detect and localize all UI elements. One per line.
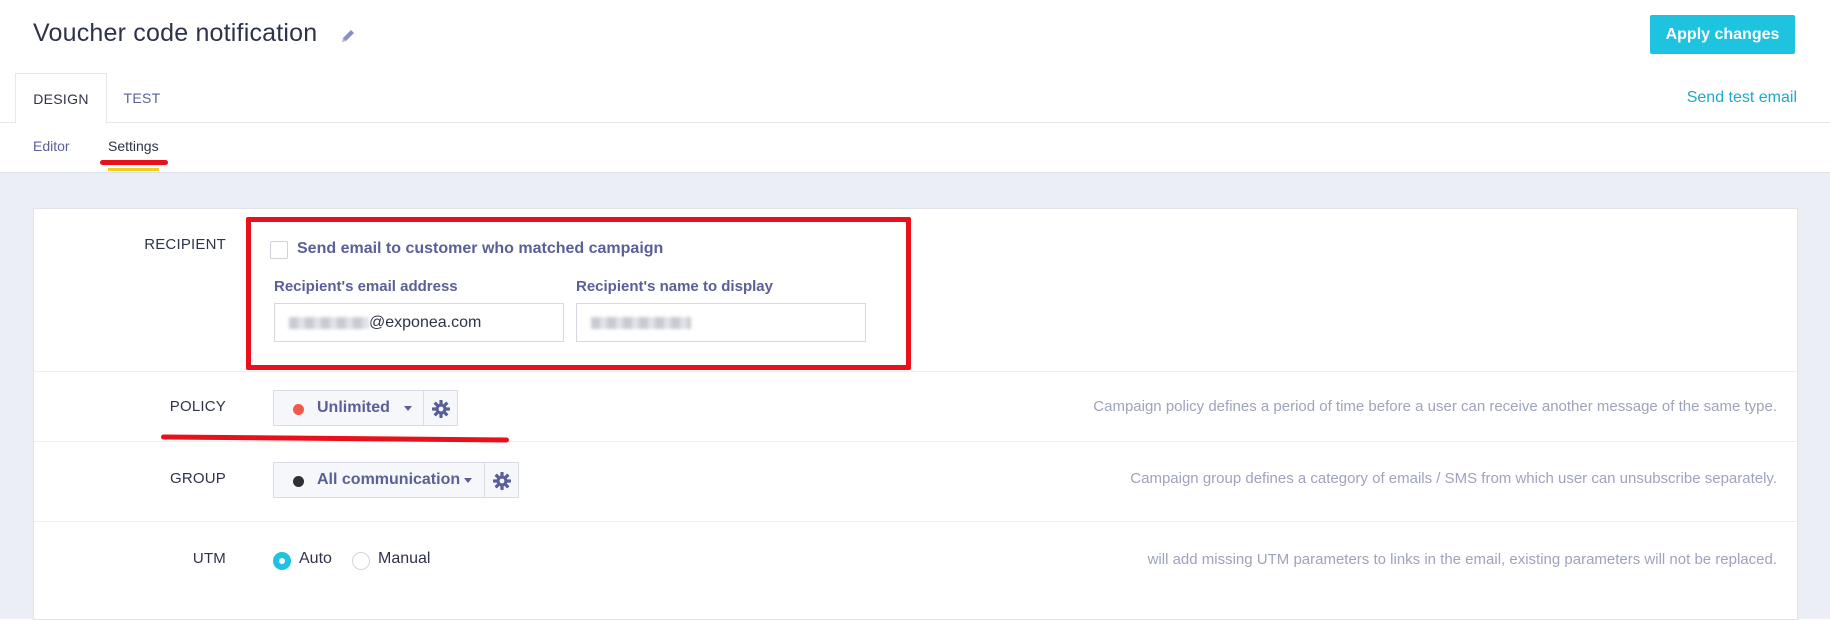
policy-status-dot xyxy=(293,404,304,415)
annotation-underline-settings xyxy=(100,160,168,165)
settings-content: RECIPIENT Send email to customer who mat… xyxy=(0,172,1830,620)
utm-manual-radio[interactable] xyxy=(352,552,370,570)
subtab-settings[interactable]: Settings xyxy=(108,138,159,154)
group-dropdown[interactable]: All communication xyxy=(273,462,485,498)
policy-dropdown[interactable]: Unlimited xyxy=(273,390,424,426)
recipient-name-label: Recipient's name to display xyxy=(576,278,773,295)
tab-design[interactable]: DESIGN xyxy=(15,73,107,124)
group-dropdown-label: All communication xyxy=(317,471,461,488)
settings-card: RECIPIENT Send email to customer who mat… xyxy=(33,208,1798,620)
active-subtab-indicator xyxy=(108,168,159,171)
tab-bar: DESIGN TEST xyxy=(0,73,1830,124)
utm-manual-label[interactable]: Manual xyxy=(378,550,430,568)
group-label: GROUP xyxy=(169,470,226,487)
policy-row: POLICY Unlimited Campaign policy defines… xyxy=(34,372,1797,442)
send-to-customer-label[interactable]: Send email to customer who matched campa… xyxy=(297,240,663,258)
policy-label: POLICY xyxy=(169,398,226,415)
pencil-icon[interactable] xyxy=(340,28,356,44)
gear-icon xyxy=(432,400,450,418)
chevron-down-icon xyxy=(404,406,412,411)
top-bar: Voucher code notification Apply changes … xyxy=(0,0,1830,172)
utm-label: UTM xyxy=(192,550,226,567)
group-status-dot xyxy=(293,476,304,487)
utm-auto-label[interactable]: Auto xyxy=(299,550,332,568)
apply-changes-button[interactable]: Apply changes xyxy=(1650,15,1795,54)
page-title: Voucher code notification xyxy=(33,19,318,47)
policy-dropdown-label: Unlimited xyxy=(317,399,390,416)
policy-hint: Campaign policy defines a period of time… xyxy=(1093,398,1777,415)
recipient-label: RECIPIENT xyxy=(144,236,226,253)
subtab-editor[interactable]: Editor xyxy=(33,138,70,154)
redacted-text xyxy=(591,316,691,329)
tab-test[interactable]: TEST xyxy=(112,73,172,124)
chevron-down-icon xyxy=(464,478,472,483)
redacted-text xyxy=(289,316,369,329)
group-row: GROUP All communication Campaign group d… xyxy=(34,442,1797,522)
gear-icon xyxy=(493,472,511,490)
recipient-email-label: Recipient's email address xyxy=(274,278,458,295)
group-settings-button[interactable] xyxy=(484,462,519,498)
send-to-customer-checkbox[interactable] xyxy=(270,241,288,259)
utm-auto-radio[interactable] xyxy=(273,552,291,570)
recipient-row: RECIPIENT Send email to customer who mat… xyxy=(34,209,1797,372)
recipient-name-field[interactable] xyxy=(576,303,866,342)
recipient-email-field[interactable]: @exponea.com xyxy=(274,303,564,342)
recipient-email-domain: @exponea.com xyxy=(369,314,482,331)
policy-settings-button[interactable] xyxy=(423,390,458,426)
utm-hint: will add missing UTM parameters to links… xyxy=(1147,551,1777,568)
send-test-email-link[interactable]: Send test email xyxy=(1687,89,1797,107)
utm-row: UTM Auto Manual will add missing UTM par… xyxy=(34,522,1797,621)
group-hint: Campaign group defines a category of ema… xyxy=(1130,470,1777,487)
